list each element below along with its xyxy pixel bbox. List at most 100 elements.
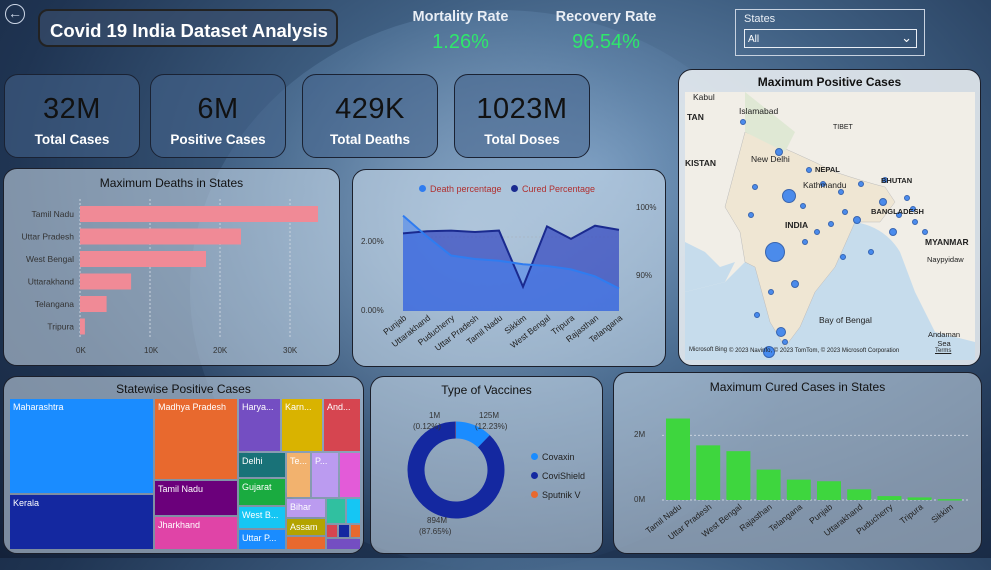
kpi-label: Positive Cases bbox=[151, 132, 285, 147]
map-bubble[interactable] bbox=[868, 249, 874, 255]
map-bubble[interactable] bbox=[765, 242, 785, 262]
states-dropdown[interactable]: All ⌄ bbox=[744, 29, 917, 48]
mortality-rate-card: Mortality Rate 1.26% bbox=[408, 9, 513, 54]
bar[interactable] bbox=[80, 251, 206, 267]
map-bubble[interactable] bbox=[768, 289, 774, 295]
bar[interactable] bbox=[877, 496, 901, 500]
kpi-label: Total Cases bbox=[5, 132, 139, 147]
map-bubble[interactable] bbox=[791, 280, 799, 288]
mortality-rate-label: Mortality Rate bbox=[408, 9, 513, 25]
map-bubble[interactable] bbox=[922, 229, 928, 235]
treemap-cell-tamil-nadu[interactable]: Tamil Nadu bbox=[155, 481, 237, 515]
map-bubble[interactable] bbox=[840, 254, 846, 260]
treemap-cell-small[interactable] bbox=[347, 499, 360, 523]
bar[interactable] bbox=[80, 206, 318, 222]
legend-dot-icon bbox=[531, 491, 538, 498]
legend-covishield[interactable]: CoviShield bbox=[531, 471, 585, 481]
treemap-cell-bihar[interactable]: Bihar bbox=[287, 499, 325, 517]
map-bubble[interactable] bbox=[814, 229, 820, 235]
legend-dot-icon bbox=[531, 453, 538, 460]
donut-slice[interactable] bbox=[416, 430, 496, 510]
map-bubble[interactable] bbox=[776, 327, 786, 337]
bar[interactable] bbox=[80, 296, 107, 312]
treemap-cell-small[interactable] bbox=[339, 525, 349, 537]
x-tick-label: Punjab bbox=[807, 502, 834, 526]
bar[interactable] bbox=[908, 497, 932, 500]
legend-covaxin[interactable]: Covaxin bbox=[531, 452, 575, 462]
bar[interactable] bbox=[817, 481, 841, 500]
map-label-kathmandu: Kathmandu bbox=[803, 180, 846, 190]
map-canvas[interactable]: Kabul Islamabad TAN TIBET KISTAN New Del… bbox=[685, 92, 975, 360]
treemap-cell-maharashtra[interactable]: Maharashtra bbox=[10, 399, 153, 493]
map-terms-link[interactable]: Terms bbox=[935, 348, 951, 354]
states-dropdown-value: All bbox=[748, 34, 759, 45]
bar-label: Uttarakhand bbox=[28, 277, 75, 287]
mortality-rate-value: 1.26% bbox=[408, 31, 513, 54]
map-title: Maximum Positive Cases bbox=[679, 75, 980, 89]
map-bubble[interactable] bbox=[748, 212, 754, 218]
treemap-cell-p[interactable]: P... bbox=[312, 453, 338, 497]
bar-label: West Bengal bbox=[26, 254, 74, 264]
map-bubble[interactable] bbox=[912, 219, 918, 225]
x-tick-label: Tripura bbox=[898, 502, 925, 526]
treemap-cell-west-bengal[interactable]: West B... bbox=[239, 507, 285, 528]
bar[interactable] bbox=[80, 274, 131, 290]
back-arrow-icon[interactable]: ← bbox=[5, 4, 25, 24]
treemap-cell-small[interactable] bbox=[327, 539, 360, 549]
bar[interactable] bbox=[938, 499, 962, 501]
treemap-cell-small[interactable] bbox=[327, 525, 337, 537]
treemap-cell-te[interactable]: Te... bbox=[287, 453, 310, 497]
recovery-rate-label: Recovery Rate bbox=[551, 9, 661, 25]
map-bubble[interactable] bbox=[879, 198, 887, 206]
legend-dot-icon bbox=[531, 472, 538, 479]
map-bubble[interactable] bbox=[782, 339, 788, 345]
map-bubble[interactable] bbox=[800, 203, 806, 209]
bar[interactable] bbox=[666, 419, 690, 500]
kpi-positive-cases: 6M Positive Cases bbox=[150, 74, 286, 158]
vaccines-donut[interactable] bbox=[371, 377, 604, 555]
treemap-cell-small[interactable] bbox=[327, 499, 345, 523]
label-covishield-value: 894M bbox=[427, 516, 447, 525]
x-tick-label: Telangana bbox=[767, 502, 804, 534]
treemap-cell-small[interactable] bbox=[340, 453, 360, 497]
map-bubble[interactable] bbox=[782, 189, 796, 203]
legend-sputnik[interactable]: Sputnik V bbox=[531, 490, 581, 500]
treemap-cell-haryana[interactable]: Harya... bbox=[239, 399, 280, 451]
cured-chart-card: Maximum Cured Cases in States 2M 0M Tami… bbox=[613, 372, 982, 554]
treemap-cell-madhya-pradesh[interactable]: Madhya Pradesh bbox=[155, 399, 237, 479]
map-bubble[interactable] bbox=[740, 119, 746, 125]
bar[interactable] bbox=[787, 480, 811, 500]
bar-label: Uttar Pradesh bbox=[22, 232, 75, 242]
treemap-cell-gujarat[interactable]: Gujarat bbox=[239, 479, 285, 505]
kpi-value: 6M bbox=[151, 93, 285, 126]
treemap-cell-andhra[interactable]: And... bbox=[324, 399, 360, 451]
treemap-cell-delhi[interactable]: Delhi bbox=[239, 453, 285, 477]
bar[interactable] bbox=[696, 445, 720, 500]
map-bubble[interactable] bbox=[842, 209, 848, 215]
map-bubble[interactable] bbox=[752, 184, 758, 190]
treemap-cell-assam[interactable]: Assam bbox=[287, 519, 325, 535]
map-bubble[interactable] bbox=[858, 181, 864, 187]
bar[interactable] bbox=[847, 489, 871, 500]
bar[interactable] bbox=[757, 470, 781, 500]
map-bubble[interactable] bbox=[853, 216, 861, 224]
map-bubble[interactable] bbox=[754, 312, 760, 318]
treemap-cell-kerala[interactable]: Kerala bbox=[10, 495, 153, 549]
bar[interactable] bbox=[80, 319, 85, 335]
map-bubble[interactable] bbox=[904, 195, 910, 201]
deaths-chart-card: Maximum Deaths in States Tamil NaduUttar… bbox=[3, 168, 340, 366]
donut-slice[interactable] bbox=[456, 430, 484, 441]
map-bubble[interactable] bbox=[828, 221, 834, 227]
map-bubble[interactable] bbox=[806, 167, 812, 173]
map-bubble[interactable] bbox=[802, 239, 808, 245]
x-tick-label: Sikkim bbox=[929, 502, 955, 525]
bar[interactable] bbox=[726, 451, 750, 500]
treemap-cell-small[interactable] bbox=[287, 537, 325, 549]
deaths-tick: 20K bbox=[213, 346, 227, 355]
treemap-cell-uttar-pradesh[interactable]: Uttar P... bbox=[239, 530, 285, 549]
treemap-cell-small[interactable] bbox=[351, 525, 360, 537]
bar[interactable] bbox=[80, 229, 241, 245]
map-bubble[interactable] bbox=[889, 228, 897, 236]
treemap-cell-karnataka[interactable]: Karn... bbox=[282, 399, 322, 451]
treemap-cell-jharkhand[interactable]: Jharkhand bbox=[155, 517, 237, 549]
